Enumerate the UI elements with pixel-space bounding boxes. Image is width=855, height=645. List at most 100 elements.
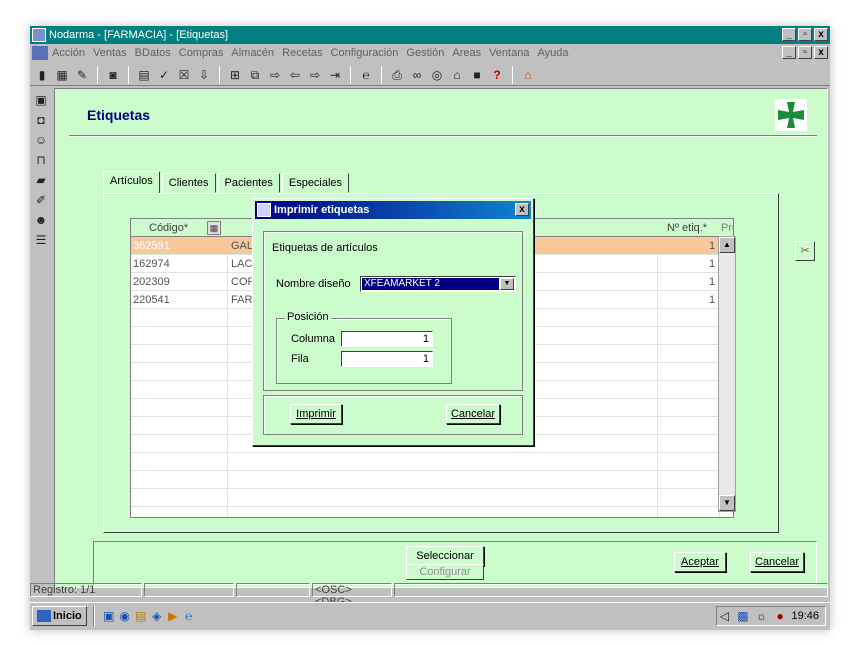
scroll-up-icon[interactable]: ▲	[719, 237, 735, 253]
print-button[interactable]: Imprimir	[290, 404, 342, 424]
tab-strip: Artículos Clientes Pacientes Especiales	[103, 171, 351, 193]
disk-icon[interactable]: ◘	[33, 112, 49, 128]
table-row[interactable]	[131, 489, 733, 507]
binoculars-icon[interactable]: ∞	[409, 67, 425, 83]
print-icon[interactable]: ▤	[136, 67, 152, 83]
grid-scrollbar[interactable]: ▲ ▼	[718, 236, 736, 512]
configure-button: Configurar	[406, 564, 484, 580]
header-prep[interactable]: Prep	[721, 219, 733, 237]
delete-icon[interactable]: ☒	[176, 67, 192, 83]
volume-icon[interactable]: ◁	[717, 608, 732, 624]
app-icon	[32, 28, 46, 42]
articles-group: Etiquetas de artículos Nombre diseño XFE…	[263, 231, 523, 391]
monitor-icon[interactable]: ☼	[754, 608, 769, 624]
first-icon[interactable]: ⊞	[227, 67, 243, 83]
search-icon[interactable]: ◎	[429, 67, 445, 83]
mdi-close-button[interactable]: x	[814, 46, 828, 59]
printer-icon[interactable]: ⎙	[389, 67, 405, 83]
accept-button-label: Aceptar	[681, 556, 719, 568]
edit-icon[interactable]: ✎	[74, 67, 90, 83]
users-icon[interactable]: ☻	[33, 212, 49, 228]
desktop-icon[interactable]: ▣	[101, 608, 117, 624]
explorer-icon[interactable]: ◈	[149, 608, 165, 624]
header-qty[interactable]: Nº etiq.*	[667, 219, 707, 237]
row-input[interactable]: 1	[341, 351, 433, 367]
taskbar-separator	[92, 605, 95, 626]
new-icon[interactable]: ⇨	[267, 67, 283, 83]
select-button[interactable]: Seleccionar	[406, 546, 484, 566]
design-name-select[interactable]: XFEAMARKET 2 ▼	[360, 276, 516, 292]
tab-clientes[interactable]: Clientes	[161, 173, 216, 193]
table-row[interactable]	[131, 471, 733, 489]
forward-icon[interactable]: ⇨	[307, 67, 323, 83]
network-icon[interactable]: ▩	[736, 608, 751, 624]
maximize-button[interactable]: ▫	[798, 28, 812, 41]
home-icon[interactable]: ⌂	[520, 67, 536, 83]
tab-pacientes[interactable]: Pacientes	[217, 173, 280, 193]
cancel-button[interactable]: Cancelar	[750, 552, 804, 572]
design-name-value: XFEAMARKET 2	[362, 278, 499, 290]
menu-bdatos[interactable]: BDatos	[135, 47, 171, 59]
security-icon[interactable]: ●	[773, 608, 788, 624]
report-icon[interactable]: ▮	[34, 67, 50, 83]
folder-icon[interactable]: ▤	[133, 608, 149, 624]
scroll-down-icon[interactable]: ▼	[719, 495, 735, 511]
menu-compras[interactable]: Compras	[179, 47, 224, 59]
outlook-icon[interactable]: ◉	[117, 608, 133, 624]
prev-icon[interactable]: ⧉	[247, 67, 263, 83]
grid-icon[interactable]: ▦	[54, 67, 70, 83]
help-icon[interactable]: ?	[489, 67, 505, 83]
menu-almacen[interactable]: Almacén	[231, 47, 274, 59]
header-code[interactable]: Código*	[149, 219, 188, 237]
browser-icon[interactable]: ℮	[358, 67, 374, 83]
mdi-minimize-button[interactable]: _	[782, 46, 796, 59]
check-icon[interactable]: ✓	[156, 67, 172, 83]
chevron-down-icon[interactable]: ▼	[500, 278, 514, 290]
cart-icon[interactable]: ⊓	[33, 152, 49, 168]
stack-icon[interactable]: ☰	[33, 232, 49, 248]
system-tray: ◁ ▩ ☼ ● 19:46	[716, 606, 826, 626]
position-group: Posición Columna 1 Fila 1	[276, 311, 452, 384]
windows-logo-icon	[37, 609, 51, 622]
dialog-title-bar[interactable]: Imprimir etiquetas x	[255, 201, 531, 219]
back-icon[interactable]: ⇦	[287, 67, 303, 83]
start-button[interactable]: Inicio	[32, 605, 87, 626]
menu-accion[interactable]: Acción	[52, 47, 85, 59]
pen-icon[interactable]: ✐	[33, 192, 49, 208]
stop-square-icon[interactable]: ■	[469, 67, 485, 83]
tab-especiales[interactable]: Especiales	[281, 173, 350, 193]
menu-ayuda[interactable]: Ayuda	[537, 47, 568, 59]
tools-icon[interactable]: ✂	[795, 241, 815, 261]
menu-ventas[interactable]: Ventas	[93, 47, 127, 59]
dialog-cancel-button[interactable]: Cancelar	[446, 404, 500, 424]
menu-gestion[interactable]: Gestión	[406, 47, 444, 59]
document-icon	[32, 46, 48, 60]
dialog-close-button[interactable]: x	[515, 203, 529, 216]
media-icon[interactable]: ▶	[165, 608, 181, 624]
toolbar-separator	[381, 65, 382, 84]
tab-articulos[interactable]: Artículos	[103, 171, 160, 193]
user-icon[interactable]: ☺	[33, 132, 49, 148]
accept-button[interactable]: Aceptar	[674, 552, 726, 572]
menu-areas[interactable]: Areas	[452, 47, 481, 59]
mdi-maximize-button[interactable]: ▫	[798, 46, 812, 59]
menu-ventana[interactable]: Ventana	[489, 47, 529, 59]
exit-icon[interactable]: ⇥	[327, 67, 343, 83]
lookup-icon[interactable]: ▦	[207, 221, 221, 235]
printer-icon	[257, 203, 271, 217]
menu-recetas[interactable]: Recetas	[282, 47, 322, 59]
cash-icon[interactable]: ▣	[33, 92, 49, 108]
calc-icon[interactable]: ⌂	[449, 67, 465, 83]
column-label: Columna	[291, 333, 336, 345]
truck-icon[interactable]: ▰	[33, 172, 49, 188]
ie-icon[interactable]: ℮	[181, 608, 197, 624]
title-bar[interactable]: Nodarma - [FARMACIA] - [Etiquetas] _ ▫ x	[30, 26, 830, 44]
stop-icon[interactable]: ◙	[105, 67, 121, 83]
menu-configuracion[interactable]: Configuración	[331, 47, 399, 59]
close-button[interactable]: x	[814, 28, 828, 41]
table-row[interactable]	[131, 453, 733, 471]
minimize-button[interactable]: _	[782, 28, 796, 41]
row-name: LAC	[231, 258, 253, 270]
column-input[interactable]: 1	[341, 331, 433, 347]
export-icon[interactable]: ⇩	[196, 67, 212, 83]
